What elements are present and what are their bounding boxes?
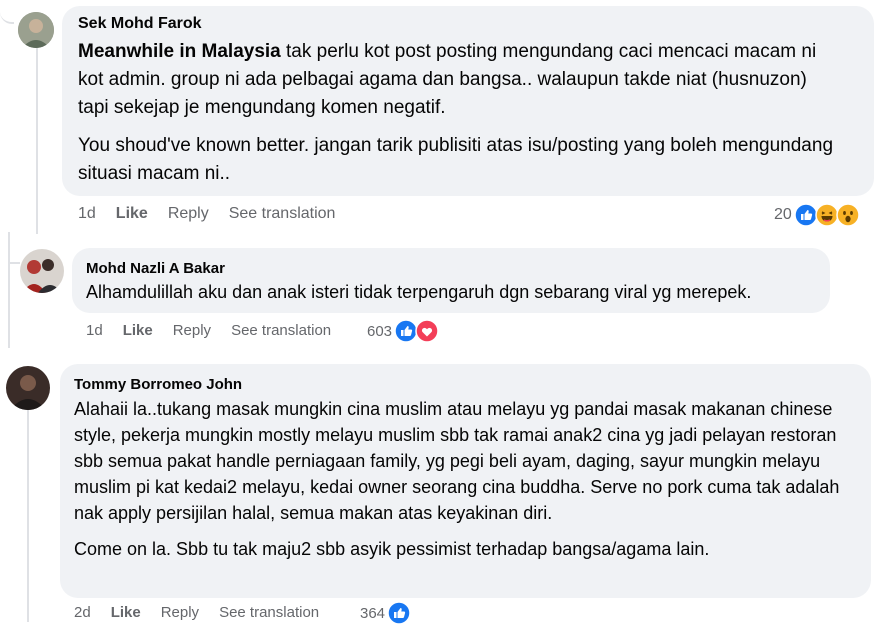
avatar[interactable] bbox=[18, 12, 54, 48]
comment-text: You shoud've known better. jangan tarik … bbox=[78, 135, 834, 184]
comment-time[interactable]: 2d bbox=[74, 604, 91, 621]
reaction-count: 20 bbox=[774, 206, 792, 223]
comment-text: Come on la. Sbb tu tak maju2 sbb asyik p… bbox=[74, 539, 710, 559]
reaction-summary[interactable]: 364 bbox=[360, 601, 411, 625]
comment-body: Alhamdulillah aku dan anak isteri tidak … bbox=[86, 280, 826, 304]
like-button[interactable]: Like bbox=[111, 604, 141, 621]
reaction-count: 603 bbox=[367, 322, 393, 340]
like-icon bbox=[387, 601, 411, 625]
reply-button[interactable]: Reply bbox=[168, 205, 209, 223]
like-button[interactable]: Like bbox=[116, 205, 148, 223]
avatar[interactable] bbox=[6, 366, 50, 410]
comment-time[interactable]: 1d bbox=[78, 205, 96, 223]
comment-text: Alahaii la..tukang masak mungkin cina mu… bbox=[74, 399, 840, 523]
comment-author[interactable]: Mohd Nazli A Bakar bbox=[86, 260, 225, 277]
wow-icon bbox=[836, 203, 860, 227]
comment-time[interactable]: 1d bbox=[86, 322, 103, 339]
reply-button[interactable]: Reply bbox=[173, 322, 211, 339]
avatar[interactable] bbox=[20, 249, 64, 293]
reaction-summary[interactable]: 20 bbox=[774, 203, 860, 227]
thread-connector bbox=[0, 0, 14, 24]
reaction-summary[interactable]: 603 bbox=[367, 319, 439, 343]
thread-line bbox=[27, 404, 29, 622]
like-button[interactable]: Like bbox=[123, 322, 153, 339]
comment-actions: 1d Like Reply See translation bbox=[86, 322, 351, 339]
reply-button[interactable]: Reply bbox=[161, 604, 199, 621]
see-translation-link[interactable]: See translation bbox=[219, 604, 319, 621]
thread-line bbox=[36, 40, 38, 234]
comment-author[interactable]: Sek Mohd Farok bbox=[78, 15, 202, 33]
reply-connector bbox=[8, 238, 20, 264]
comment-body: Alahaii la..tukang masak mungkin cina mu… bbox=[74, 396, 859, 562]
comment-body: Meanwhile in Malaysia tak perlu kot post… bbox=[78, 38, 838, 188]
reaction-count: 364 bbox=[360, 604, 386, 622]
comment-bold-text: Meanwhile in Malaysia bbox=[78, 41, 281, 62]
comment-actions: 2d Like Reply See translation bbox=[74, 604, 339, 621]
see-translation-link[interactable]: See translation bbox=[231, 322, 331, 339]
comment-text: Alhamdulillah aku dan anak isteri tidak … bbox=[86, 282, 752, 302]
see-translation-link[interactable]: See translation bbox=[229, 205, 336, 223]
comment-author[interactable]: Tommy Borromeo John bbox=[74, 376, 242, 393]
love-icon bbox=[415, 319, 439, 343]
comment-actions: 1d Like Reply See translation bbox=[78, 205, 355, 223]
